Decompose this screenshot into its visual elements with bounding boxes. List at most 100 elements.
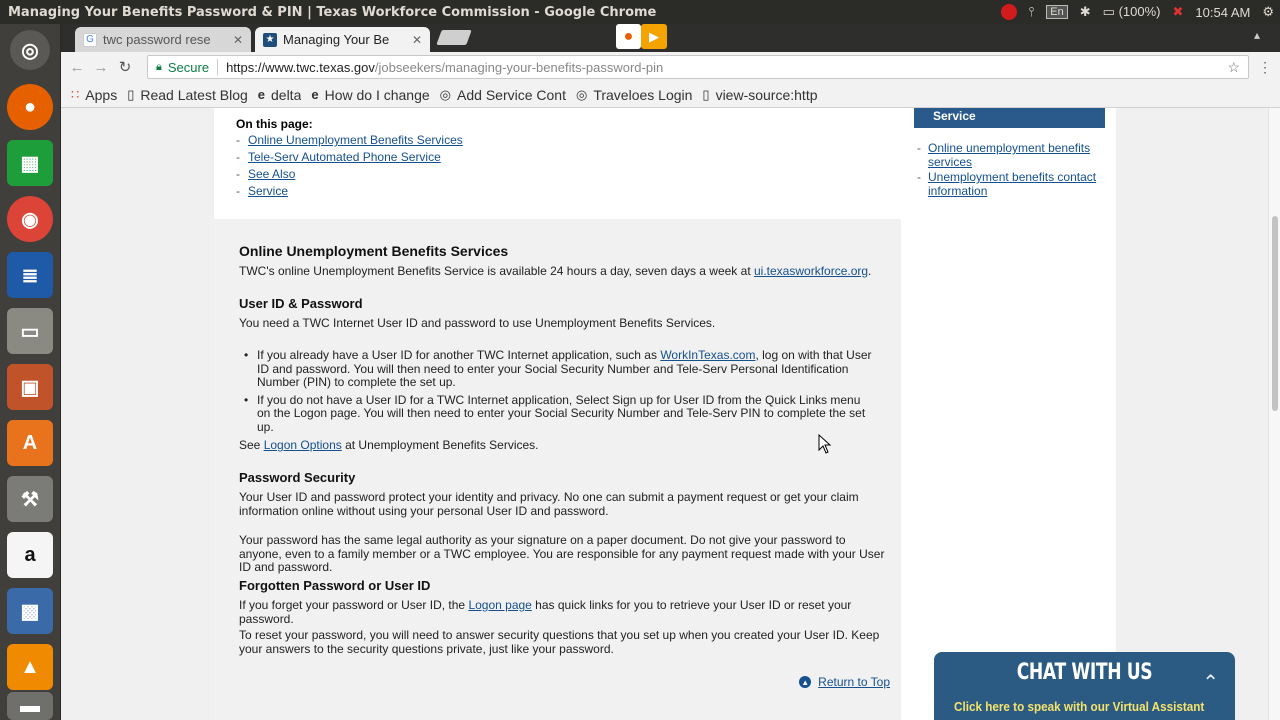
list-item: If you do not have a User ID for a TWC I…: [244, 392, 872, 435]
firefox-overlay-icon[interactable]: ●: [616, 24, 641, 49]
clock[interactable]: 10:54 AM: [1195, 5, 1250, 20]
system-settings-icon[interactable]: ⚒: [7, 476, 53, 522]
url-path: /jobseekers/managing-your-benefits-passw…: [374, 59, 664, 75]
app-launcher: ◎ ● ▦ ◉ ≣ ▭ ▣ A ⚒ a ▩ ▲ ▬: [0, 24, 61, 720]
chat-subtitle: Click here to speak with our Virtual Ass…: [954, 699, 1205, 714]
bookmark-delta[interactable]: e delta: [258, 87, 302, 103]
page-icon: ▯: [702, 86, 710, 102]
text: If you forget your password or User ID, …: [239, 598, 469, 612]
scrollbar-thumb[interactable]: [1272, 216, 1278, 411]
ui-texasworkforce-link[interactable]: ui.texasworkforce.org: [754, 264, 868, 278]
video-recorder-icon[interactable]: ▶: [641, 24, 667, 49]
trash-icon[interactable]: ▬: [7, 692, 53, 720]
bookmark-label: Apps: [85, 86, 118, 103]
text: TWC's online Unemployment Benefits Servi…: [239, 264, 754, 278]
firefox-icon[interactable]: ●: [7, 84, 53, 130]
bookmark-label: Traveloes Login: [593, 86, 693, 103]
new-tab-button[interactable]: [436, 30, 472, 45]
return-to-top-link[interactable]: Return to Top: [818, 675, 890, 689]
sidebar-link-online-benefits[interactable]: Online unemployment benefits services: [928, 141, 1090, 169]
chat-widget[interactable]: CHAT WITH US Click here to speak with ou…: [934, 652, 1235, 720]
text: See: [239, 438, 264, 452]
bookmark-apps[interactable]: ∷ Apps: [71, 87, 117, 103]
bookmark-read-latest-blog[interactable]: ▯ Read Latest Blog: [127, 87, 248, 103]
bookmark-star-icon[interactable]: ☆: [1227, 59, 1248, 76]
e-icon: e: [257, 87, 265, 102]
heading-online-services: Online Unemployment Benefits Services: [239, 243, 509, 259]
vlc-icon[interactable]: ▲: [7, 644, 53, 690]
online-services-paragraph: TWC's online Unemployment Benefits Servi…: [239, 264, 889, 279]
battery-percent: (100%): [1118, 4, 1161, 19]
jump-link-online-services[interactable]: Online Unemployment Benefits Services: [248, 133, 463, 147]
wifi-icon[interactable]: ⫯: [1029, 4, 1035, 20]
address-bar[interactable]: 🔒︎ Secure https://www.twc.texas.gov/jobs…: [147, 55, 1249, 79]
menu-icon[interactable]: ⋮: [1258, 59, 1272, 76]
amazon-icon[interactable]: a: [7, 532, 53, 578]
see-logon-paragraph: See Logon Options at Unemployment Benefi…: [239, 438, 889, 453]
profile-icon[interactable]: ▴: [1254, 28, 1260, 42]
security-paragraph-1: Your User ID and password protect your i…: [239, 490, 859, 518]
heading-password-security: Password Security: [239, 470, 356, 485]
up-arrow-icon: ▲: [799, 676, 812, 688]
url-host: https://www.twc.texas.gov: [226, 59, 375, 75]
bookmark-how-do-i-change[interactable]: e How do I change: [311, 87, 429, 103]
jump-link-see-also[interactable]: See Also: [248, 167, 295, 181]
ubuntu-dash-icon[interactable]: ◎: [10, 30, 50, 70]
battery-indicator[interactable]: ▭ (100%): [1103, 4, 1161, 20]
tab-managing-benefits[interactable]: ★ Managing Your Be ✕: [255, 27, 430, 52]
reset-paragraph: To reset your password, you will need to…: [239, 628, 880, 656]
text: If you do not have a User ID for a TWC I…: [257, 392, 866, 434]
tool-icon: ◎: [575, 86, 588, 102]
close-tab-icon[interactable]: ✕: [412, 33, 422, 47]
list-item: Unemployment benefits contact informatio…: [914, 170, 1099, 198]
list-item: Service: [236, 184, 463, 201]
logon-options-link[interactable]: Logon Options: [264, 438, 342, 452]
list-item: Online Unemployment Benefits Services: [236, 133, 463, 150]
bookmark-label: delta: [271, 86, 302, 103]
forward-button[interactable]: →: [89, 59, 113, 76]
logon-page-link[interactable]: Logon page: [468, 598, 531, 612]
volume-muted-icon[interactable]: ✖: [1173, 4, 1184, 20]
battery-icon: ▭: [1102, 4, 1115, 19]
google-icon: G: [83, 32, 97, 47]
files-icon[interactable]: ▭: [7, 308, 53, 354]
bookmark-label: How do I change: [324, 86, 430, 103]
page-scrollbar[interactable]: [1268, 108, 1280, 720]
sidebar-link-contact-info[interactable]: Unemployment benefits contact informatio…: [928, 170, 1096, 198]
sidebar-links: Online unemployment benefits services Un…: [914, 141, 1099, 200]
tab-google-search[interactable]: G twc password rese ✕: [75, 27, 251, 52]
chrome-icon[interactable]: ◉: [7, 196, 53, 242]
on-this-page-list: Online Unemployment Benefits Services Te…: [236, 133, 463, 201]
jump-link-service[interactable]: Service: [248, 184, 288, 198]
workintexas-link[interactable]: WorkInTexas.com: [660, 348, 755, 362]
lock-icon: 🔒︎: [156, 60, 162, 73]
record-icon[interactable]: [1000, 4, 1017, 20]
settings-gear-icon[interactable]: ⚙: [1262, 4, 1274, 20]
system-tray: ⫯ En ✱ ▭ (100%) ✖ 10:54 AM ⚙: [1000, 4, 1280, 20]
user-id-paragraph: You need a TWC Internet User ID and pass…: [239, 316, 716, 330]
bookmark-traveloes-login[interactable]: ◎ Traveloes Login: [576, 87, 692, 103]
chat-title: CHAT WITH US: [1016, 660, 1153, 685]
jump-link-tele-serv[interactable]: Tele-Serv Automated Phone Service: [248, 150, 441, 164]
writer-icon[interactable]: ≣: [7, 252, 53, 298]
right-sidebar: Service Online unemployment benefits ser…: [901, 108, 1116, 720]
keyboard-layout-indicator[interactable]: En: [1046, 5, 1068, 19]
software-center-icon[interactable]: A: [7, 420, 53, 466]
apps-grid-icon: ∷: [71, 86, 80, 102]
back-button[interactable]: ←: [65, 59, 89, 76]
bookmark-view-source[interactable]: ▯ view-source:http: [702, 87, 817, 103]
reload-button[interactable]: ↻: [113, 58, 137, 76]
return-to-top[interactable]: ▲ Return to Top: [799, 675, 890, 689]
address-divider: [217, 59, 219, 75]
spreadsheet-icon[interactable]: ▦: [7, 140, 53, 186]
screenshot-tool-icon[interactable]: ▩: [7, 588, 53, 634]
heading-forgotten-password: Forgotten Password or User ID: [239, 578, 431, 593]
e-icon: e: [311, 87, 319, 102]
close-tab-icon[interactable]: ✕: [233, 33, 243, 47]
impress-icon[interactable]: ▣: [7, 364, 53, 410]
tab-title: Managing Your Be: [283, 32, 390, 47]
bluetooth-icon[interactable]: ✱: [1080, 4, 1091, 20]
bookmark-add-service-cont[interactable]: ◎ Add Service Cont: [440, 87, 566, 103]
bookmark-label: Add Service Cont: [457, 86, 566, 103]
chevron-up-icon[interactable]: ⌃: [1202, 670, 1219, 695]
